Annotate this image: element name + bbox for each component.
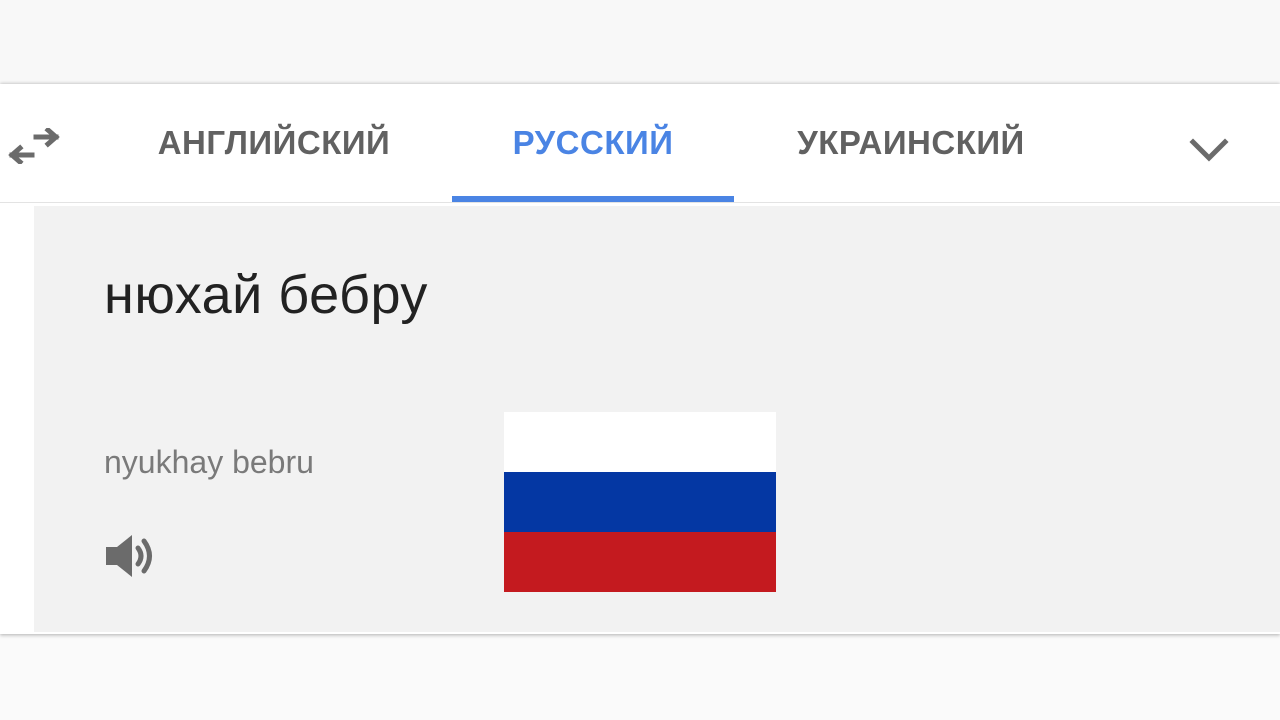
active-tab-indicator — [452, 196, 734, 202]
chevron-down-icon — [1189, 138, 1229, 162]
translation-text: нюхай бебру — [104, 265, 428, 325]
speaker-icon — [106, 535, 152, 577]
tab-label: РУССКИЙ — [512, 124, 674, 161]
tab-target-language-active[interactable]: РУССКИЙ — [452, 84, 734, 202]
flag-stripe-blue — [504, 472, 776, 532]
tab-label: АНГЛИЙСКИЙ — [157, 124, 391, 161]
russia-flag-image — [504, 412, 776, 592]
language-bar: АНГЛИЙСКИЙ РУССКИЙ УКРАИНСКИЙ — [0, 84, 1280, 203]
tab-other-language[interactable]: УКРАИНСКИЙ — [776, 84, 1046, 202]
translation-card: АНГЛИЙСКИЙ РУССКИЙ УКРАИНСКИЙ нюхай бебр… — [0, 84, 1280, 634]
listen-button[interactable] — [102, 528, 158, 584]
top-strip — [0, 0, 1280, 84]
translation-result-panel: нюхай бебру nyukhay bebru — [34, 206, 1280, 632]
flag-stripe-red — [504, 532, 776, 592]
flag-stripe-white — [504, 412, 776, 472]
swap-languages-button[interactable] — [8, 126, 60, 166]
tab-source-language[interactable]: АНГЛИЙСКИЙ — [140, 84, 408, 202]
tab-label: УКРАИНСКИЙ — [797, 124, 1025, 161]
more-languages-button[interactable] — [1186, 130, 1232, 170]
transliteration-text: nyukhay bebru — [104, 444, 314, 480]
swap-arrows-icon — [8, 126, 60, 166]
